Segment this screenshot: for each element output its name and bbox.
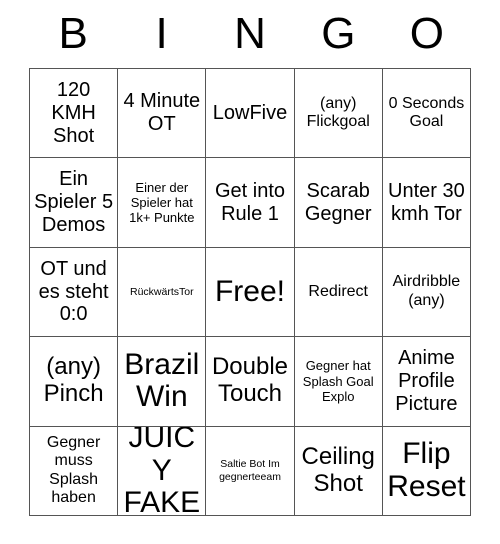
bingo-header-letter-i: I	[155, 9, 168, 58]
bingo-cell-label: Redirect	[308, 282, 368, 300]
bingo-cell[interactable]: RückwärtsTor	[118, 247, 207, 338]
bingo-cell-label: Ceiling Shot	[301, 442, 375, 497]
bingo-card: B I N G O 120 KMH Shot 4 Minute OT LowFive…	[29, 0, 472, 516]
bingo-cell[interactable]: Get into Rule 1	[206, 158, 295, 248]
bingo-cell[interactable]: 4 Minute OT	[118, 69, 207, 159]
bingo-header-letter-b: B	[58, 9, 88, 58]
bingo-free-space-cell[interactable]: Free!	[206, 247, 295, 338]
bingo-cell[interactable]: Brazil Win	[118, 337, 207, 427]
bingo-cell-label: OT und es steht 0:0	[38, 257, 109, 326]
bingo-cell-label: Gegner muss Splash haben	[46, 433, 101, 507]
bingo-cell[interactable]: 120 KMH Shot	[30, 69, 119, 159]
bingo-cell[interactable]: (any) Pinch	[30, 337, 119, 427]
bingo-cell-label: Einer der Spieler hat 1k+ Punkte	[129, 179, 195, 226]
bingo-header-letter-o: O	[409, 9, 444, 58]
bingo-cell[interactable]: Ceiling Shot	[294, 426, 383, 516]
bingo-header-letter-g: G	[321, 9, 356, 58]
bingo-cell[interactable]: Anime Profile Picture	[382, 337, 472, 427]
bingo-cell[interactable]: Double Touch	[206, 337, 295, 427]
bingo-cell-label: Airdribble (any)	[392, 273, 461, 309]
bingo-cell-label: 4 Minute OT	[123, 90, 201, 136]
bingo-cell[interactable]: 0 Seconds Goal	[382, 69, 472, 159]
bingo-cell-label: Saltie Bot Im gegnerteeam	[219, 458, 281, 483]
bingo-header-row: B I N G O	[29, 0, 471, 68]
bingo-cell-label: Double Touch	[211, 353, 289, 408]
bingo-grid-row: 120 KMH Shot 4 Minute OT LowFive (any) Flic…	[30, 69, 472, 159]
bingo-cell-label: Scarab Gegner	[304, 179, 372, 225]
bingo-cell-label: Free!	[214, 274, 286, 308]
bingo-cell-label: Gegner hat Splash Goal Explo	[302, 358, 374, 405]
bingo-header-letter-n: N	[234, 9, 266, 58]
bingo-cell-label: JUICY FAKE	[123, 426, 201, 516]
bingo-cell[interactable]: Einer der Spieler hat 1k+ Punkte	[118, 158, 207, 248]
bingo-cell-label: 120 KMH Shot	[51, 79, 96, 147]
bingo-cell-label: (any) Pinch	[43, 353, 104, 408]
bingo-cell[interactable]: (any) Flickgoal	[294, 69, 383, 159]
bingo-cell-label: (any) Flickgoal	[306, 94, 370, 131]
bingo-cell-label: Brazil Win	[124, 347, 200, 414]
bingo-grid-row: Ein Spieler 5 Demos Einer der Spieler hat…	[30, 158, 472, 248]
bingo-cell-label: Anime Profile Picture	[395, 347, 458, 415]
bingo-grid-row: (any) Pinch Brazil Win Double Touch Gegner …	[30, 337, 472, 427]
bingo-cell-label: Get into Rule 1	[214, 179, 286, 225]
bingo-cell[interactable]: Redirect	[294, 247, 383, 338]
bingo-cell-label: RückwärtsTor	[130, 285, 194, 298]
bingo-cell[interactable]: Flip Reset	[382, 426, 472, 516]
bingo-cell[interactable]: Gegner hat Splash Goal Explo	[294, 337, 383, 427]
bingo-cell[interactable]: Scarab Gegner	[294, 158, 383, 248]
bingo-cell[interactable]: Unter 30 kmh Tor	[382, 158, 472, 248]
bingo-cell[interactable]: Airdribble (any)	[382, 247, 472, 338]
bingo-cell-label: Ein Spieler 5 Demos	[34, 168, 114, 236]
bingo-grid: 120 KMH Shot 4 Minute OT LowFive (any) Flic…	[29, 68, 472, 516]
bingo-cell-label: Flip Reset	[387, 437, 466, 503]
bingo-cell[interactable]: OT und es steht 0:0	[30, 247, 119, 338]
bingo-cell-label: LowFive	[212, 101, 288, 124]
bingo-cell[interactable]: JUICY FAKE	[118, 426, 207, 516]
bingo-cell-label: 0 Seconds Goal	[388, 94, 465, 131]
bingo-grid-row: OT und es steht 0:0 RückwärtsTor Free! Redi…	[30, 247, 472, 338]
bingo-cell[interactable]: Gegner muss Splash haben	[30, 426, 119, 516]
bingo-cell[interactable]: LowFive	[206, 69, 295, 159]
bingo-grid-row: Gegner muss Splash haben JUICY FAKE Saltie…	[30, 426, 472, 516]
bingo-cell-label: Unter 30 kmh Tor	[388, 179, 465, 225]
bingo-cell[interactable]: Saltie Bot Im gegnerteeam	[206, 426, 295, 516]
bingo-cell[interactable]: Ein Spieler 5 Demos	[30, 158, 119, 248]
